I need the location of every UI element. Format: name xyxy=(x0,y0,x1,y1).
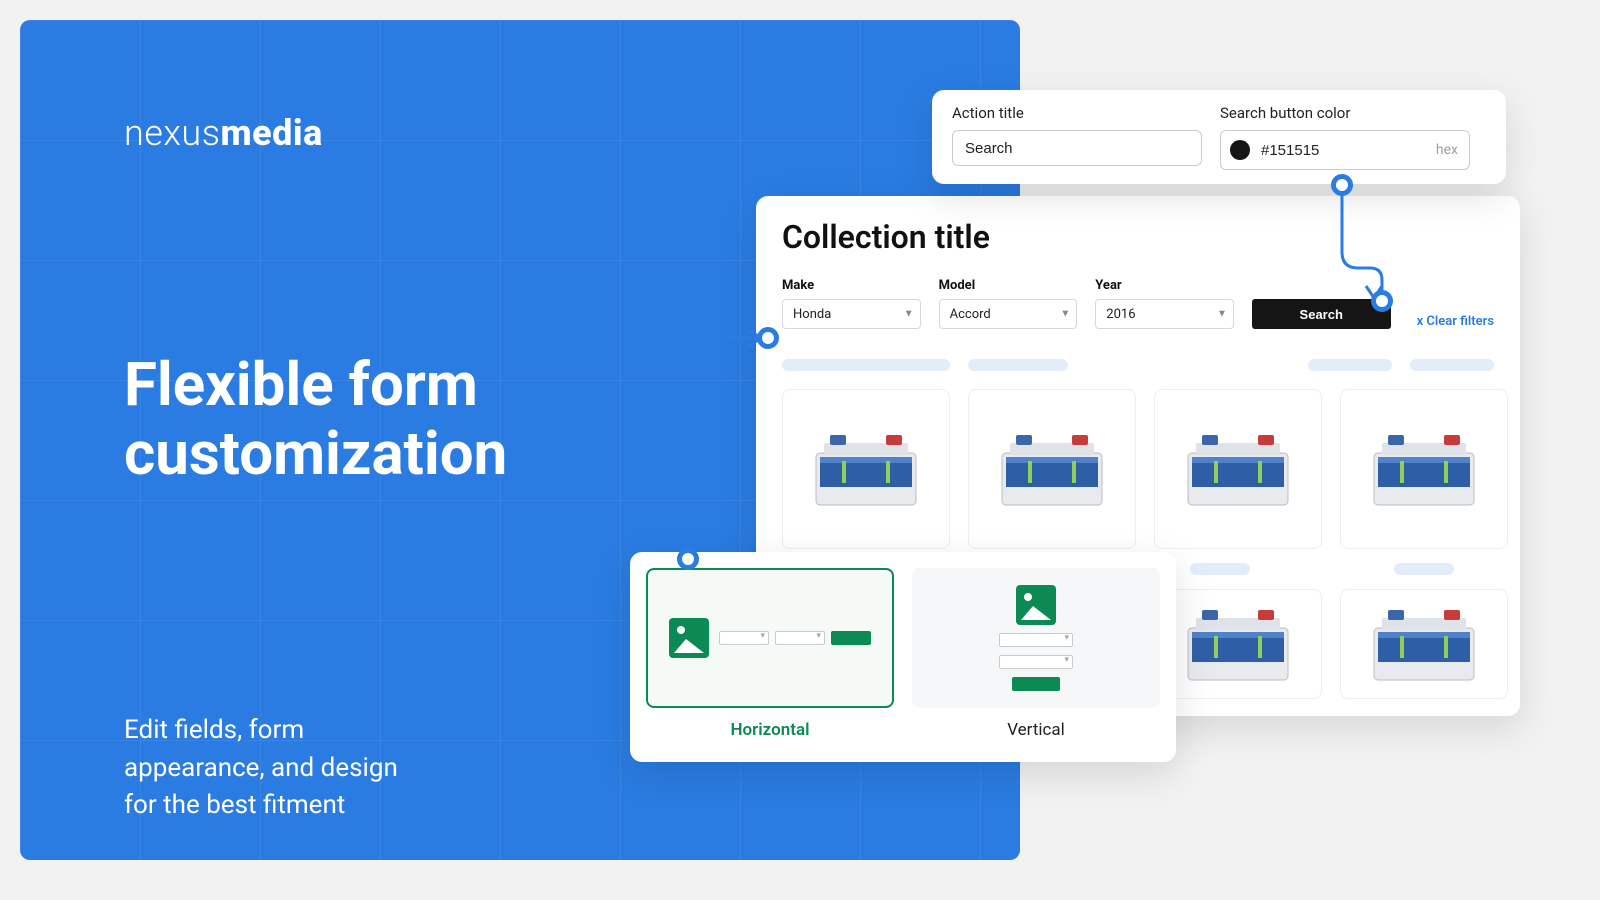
filter-make-label: Make xyxy=(782,278,921,293)
battery-icon xyxy=(1178,600,1298,688)
chevron-down-icon: ▼ xyxy=(1060,309,1070,320)
sub-line1: Edit fields, form xyxy=(124,712,398,750)
product-card[interactable] xyxy=(1340,589,1508,699)
filter-year: Year 2016 ▼ xyxy=(1095,278,1234,329)
subheadline: Edit fields, form appearance, and design… xyxy=(124,712,398,825)
select-model[interactable]: Accord ▼ xyxy=(939,299,1078,329)
preview-button xyxy=(831,631,871,645)
filter-make: Make Honda ▼ xyxy=(782,278,921,329)
color-label: Search button color xyxy=(1220,104,1470,122)
battery-icon xyxy=(806,425,926,513)
connector-dot xyxy=(1331,174,1353,196)
sub-line3: for the best fitment xyxy=(124,787,398,825)
settings-card: Action title Search button color hex xyxy=(932,90,1506,184)
preview-field xyxy=(999,633,1073,647)
image-icon xyxy=(669,618,709,658)
logo-bold: media xyxy=(220,112,322,154)
layout-label-vertical: Vertical xyxy=(1007,720,1065,740)
select-year-value: 2016 xyxy=(1106,307,1135,322)
preview-field xyxy=(775,631,825,645)
filter-year-label: Year xyxy=(1095,278,1234,293)
placeholder xyxy=(968,359,1068,371)
preview-button xyxy=(1012,677,1060,691)
battery-icon xyxy=(1178,425,1298,513)
headline-line1: Flexible form xyxy=(124,350,507,419)
product-card[interactable] xyxy=(968,389,1136,549)
filter-model-label: Model xyxy=(939,278,1078,293)
product-card[interactable] xyxy=(1154,389,1322,549)
battery-icon xyxy=(992,425,1112,513)
headline: Flexible form customization xyxy=(124,350,507,488)
layout-selector-card: Horizontal Vertical xyxy=(630,552,1176,762)
layout-option-horizontal[interactable]: Horizontal xyxy=(646,568,894,740)
placeholder xyxy=(1410,359,1494,371)
action-title-field: Action title xyxy=(952,104,1202,166)
product-card[interactable] xyxy=(1340,389,1508,549)
action-title-input[interactable] xyxy=(952,130,1202,166)
filter-model: Model Accord ▼ xyxy=(939,278,1078,329)
select-make-value: Honda xyxy=(793,307,831,322)
battery-icon xyxy=(1364,600,1484,688)
preview-field xyxy=(719,631,769,645)
logo-thin: nexus xyxy=(124,112,220,154)
product-card[interactable] xyxy=(1154,589,1322,699)
layout-thumb-vertical xyxy=(912,568,1160,708)
layout-label-horizontal: Horizontal xyxy=(730,720,809,740)
search-button[interactable]: Search xyxy=(1252,299,1391,329)
color-hex-input[interactable] xyxy=(1220,130,1470,170)
layout-thumb-horizontal xyxy=(646,568,894,708)
preview-field xyxy=(999,655,1073,669)
headline-line2: customization xyxy=(124,419,507,488)
logo: nexusmedia xyxy=(124,112,323,154)
select-year[interactable]: 2016 ▼ xyxy=(1095,299,1234,329)
chevron-down-icon: ▼ xyxy=(1217,309,1227,320)
color-swatch-icon xyxy=(1230,140,1250,160)
collection-title: Collection title xyxy=(782,218,1494,256)
chevron-down-icon: ▼ xyxy=(904,309,914,320)
connector-dot xyxy=(757,327,779,349)
placeholder xyxy=(1394,563,1454,575)
connector-dot xyxy=(677,548,699,570)
product-card[interactable] xyxy=(782,389,950,549)
product-grid xyxy=(782,389,1494,549)
color-suffix: hex xyxy=(1436,142,1458,158)
connector-dot xyxy=(1371,290,1393,312)
select-model-value: Accord xyxy=(950,307,991,322)
select-make[interactable]: Honda ▼ xyxy=(782,299,921,329)
placeholder-row-1 xyxy=(782,359,1494,371)
action-title-label: Action title xyxy=(952,104,1202,122)
battery-icon xyxy=(1364,425,1484,513)
sub-line2: appearance, and design xyxy=(124,750,398,788)
image-icon xyxy=(1016,585,1056,625)
placeholder xyxy=(1308,359,1392,371)
placeholder xyxy=(1190,563,1250,575)
placeholder xyxy=(782,359,950,371)
search-button-color-field: Search button color hex xyxy=(1220,104,1470,166)
layout-option-vertical[interactable]: Vertical xyxy=(912,568,1160,740)
clear-filters-link[interactable]: x Clear filters xyxy=(1417,314,1494,329)
